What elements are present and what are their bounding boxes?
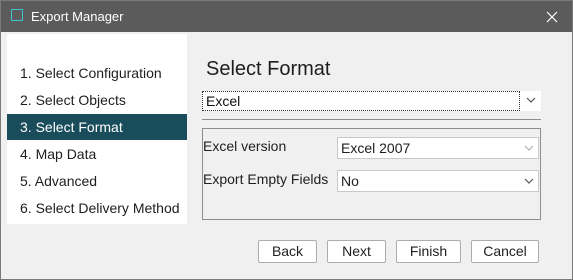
title-bar[interactable]: Export Manager — [1, 1, 572, 32]
close-icon — [546, 11, 558, 23]
format-dropdown[interactable]: Excel — [202, 91, 541, 111]
excel-version-value: Excel 2007 — [341, 140, 411, 156]
chevron-down-icon — [524, 145, 534, 151]
chevron-down-icon — [524, 178, 534, 184]
step-select-objects[interactable]: 2. Select Objects — [7, 87, 187, 113]
page-title: Select Format — [206, 58, 331, 80]
export-empty-fields-dropdown[interactable]: No — [337, 170, 539, 192]
step-map-data[interactable]: 4. Map Data — [7, 141, 187, 167]
export-empty-fields-value: No — [341, 173, 359, 189]
finish-button[interactable]: Finish — [396, 240, 461, 263]
step-select-configuration[interactable]: 1. Select Configuration — [7, 60, 187, 86]
step-select-format[interactable]: 3. Select Format — [7, 114, 187, 140]
format-dropdown-value: Excel — [202, 91, 520, 111]
export-manager-window: Export Manager 1. Select Configuration 2… — [0, 0, 573, 280]
wizard-steps-list: 1. Select Configuration 2. Select Object… — [7, 34, 187, 224]
close-button[interactable] — [532, 1, 572, 32]
step-advanced[interactable]: 5. Advanced — [7, 168, 187, 194]
app-icon — [11, 9, 23, 21]
format-options-panel: Excel version Excel 2007 Export Empty Fi… — [202, 128, 541, 220]
back-button[interactable]: Back — [258, 240, 317, 263]
cancel-button[interactable]: Cancel — [471, 240, 539, 263]
export-empty-fields-label: Export Empty Fields — [203, 171, 329, 187]
excel-version-dropdown[interactable]: Excel 2007 — [337, 137, 539, 159]
window-title: Export Manager — [31, 9, 124, 24]
excel-version-label: Excel version — [203, 138, 287, 154]
divider — [202, 119, 541, 120]
step-select-delivery-method[interactable]: 6. Select Delivery Method — [7, 195, 187, 221]
chevron-down-icon — [526, 97, 536, 103]
next-button[interactable]: Next — [327, 240, 386, 263]
